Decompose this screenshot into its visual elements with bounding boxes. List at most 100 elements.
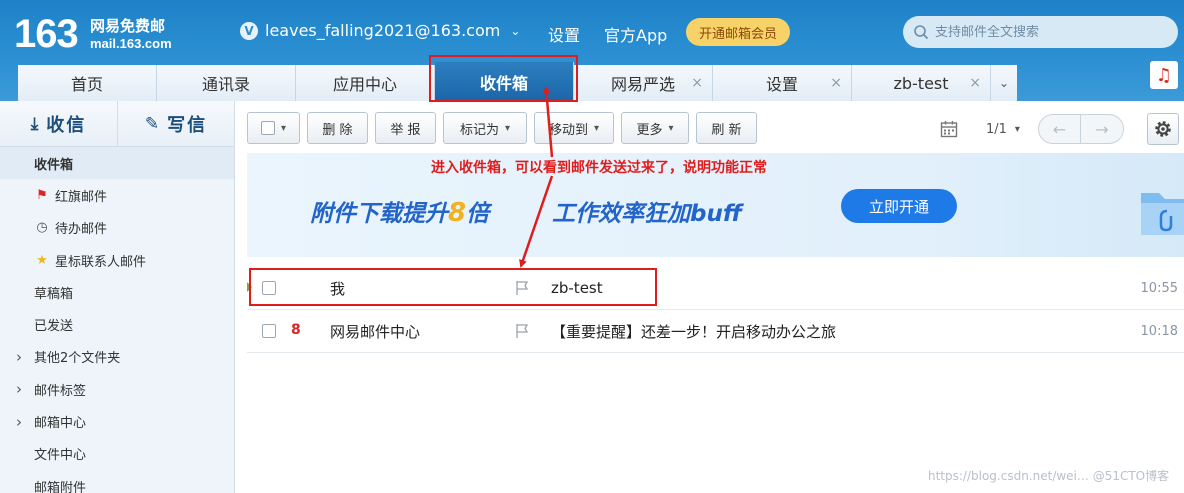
sidebar-folder-8[interactable]: › 邮箱中心	[0, 405, 234, 437]
chevron-right-icon[interactable]: ›	[16, 413, 22, 431]
sidebar-folder-label: 已发送	[34, 319, 74, 335]
report-button[interactable]: 举 报	[375, 112, 436, 144]
pencil-icon: ✎	[144, 114, 162, 134]
close-icon[interactable]: ×	[691, 75, 703, 91]
select-all-dropdown[interactable]: ▾	[247, 112, 300, 144]
calendar-icon[interactable]	[940, 120, 958, 138]
compose-button[interactable]: ✎ 写信	[117, 101, 234, 147]
mark-as-label: 标记为	[459, 122, 499, 138]
logo-number: 163	[14, 12, 79, 56]
receive-button[interactable]: ⤓ 收信	[0, 101, 117, 147]
tab-0[interactable]: 首页	[18, 65, 157, 101]
sidebar-actions: ⤓ 收信 ✎ 写信	[0, 101, 234, 147]
sidebar-folder-label: 邮箱中心	[34, 416, 87, 432]
tab-label: 网易严选	[610, 75, 675, 94]
sidebar-folder-label: 红旗邮件	[55, 189, 108, 205]
logo-domain: mail.163.com	[90, 36, 172, 51]
sidebar-folder-0[interactable]: 收件箱	[0, 147, 234, 180]
mail-toolbar: ▾ 删 除 举 报 标记为 ▾ 移动到 ▾ 更多 ▾ 刷 新	[247, 112, 764, 144]
account-switcher[interactable]: V leaves_falling2021@163.com ⌄	[240, 21, 520, 40]
sidebar-folder-3[interactable]: ★ 星标联系人邮件	[0, 244, 234, 276]
sidebar-folder-10[interactable]: 邮箱附件	[0, 470, 234, 493]
prev-page-icon[interactable]: ←	[1037, 114, 1081, 144]
search-input[interactable]	[935, 24, 1155, 40]
sidebar-folder-2[interactable]: ◷ 待办邮件	[0, 212, 234, 244]
music-icon[interactable]: ♫	[1150, 61, 1178, 89]
sidebar-folder-label: 其他2个文件夹	[34, 351, 121, 367]
banner-open-button[interactable]: 立即开通	[841, 189, 957, 223]
settings-link[interactable]: 设置	[548, 22, 580, 46]
banner-text-part2: 倍	[466, 201, 490, 227]
tab-label: 应用中心	[332, 75, 397, 94]
tab-4[interactable]: 网易严选 ×	[574, 65, 713, 101]
mark-as-button[interactable]: 标记为 ▾	[443, 112, 527, 144]
highlight-box-mail-row	[249, 268, 657, 306]
chevron-down-icon: ▾	[280, 122, 287, 134]
chevron-down-icon[interactable]: ▾	[1015, 124, 1020, 135]
mail-time: 10:18	[1140, 323, 1178, 339]
page-indicator[interactable]: 1/1	[986, 122, 1007, 137]
app-link[interactable]: 官方App	[604, 22, 667, 46]
chevron-down-icon: ▾	[668, 122, 674, 134]
folder-icon	[1141, 193, 1184, 235]
clock-icon: ◷	[36, 220, 48, 236]
banner-text-left: 附件下载提升8倍	[310, 194, 489, 228]
vip-button[interactable]: 开通邮箱会员	[686, 18, 790, 46]
search-box[interactable]	[903, 16, 1178, 48]
sidebar-folder-6[interactable]: › 其他2个文件夹	[0, 341, 234, 373]
sidebar-folder-4[interactable]: 草稿箱	[0, 276, 234, 308]
mail-time: 10:55	[1140, 280, 1178, 296]
sidebar-folder-label: 邮箱附件	[34, 480, 87, 493]
download-icon: ⤓	[30, 114, 41, 134]
annotation-text: 进入收件箱，可以看到邮件发送过来了，说明功能正常	[431, 160, 767, 176]
sidebar-folder-label: 星标联系人邮件	[55, 254, 147, 270]
sidebar-folder-5[interactable]: 已发送	[0, 308, 234, 340]
gear-icon[interactable]	[1147, 113, 1179, 145]
delete-button[interactable]: 删 除	[307, 112, 368, 144]
star-icon: ★	[36, 252, 48, 268]
page-nav: ← →	[1037, 114, 1124, 144]
move-to-button[interactable]: 移动到 ▾	[534, 112, 614, 144]
mail-sender: 网易邮件中心	[330, 322, 421, 341]
tab-1[interactable]: 通讯录	[157, 65, 296, 101]
sidebar-folder-7[interactable]: › 邮件标签	[0, 373, 234, 405]
banner-text-right: 工作效率狂加buff	[552, 201, 742, 227]
receive-label: 收信	[46, 115, 87, 136]
sidebar: ⤓ 收信 ✎ 写信 收件箱 ⚑ 红旗邮件 ◷ 待办邮件 ★ 星标联系人邮件草稿箱已发送 › 其他…	[0, 101, 235, 493]
chevron-right-icon[interactable]: ›	[16, 348, 22, 366]
tab-label: zb-test	[893, 73, 949, 93]
chevron-down-icon: ▾	[504, 122, 511, 134]
sidebar-folder-label: 待办邮件	[55, 222, 108, 238]
tab-6[interactable]: zb-test ×	[852, 65, 991, 101]
sidebar-folder-1[interactable]: ⚑ 红旗邮件	[0, 179, 234, 211]
pager: 1/1 ▾ ← →	[940, 113, 1124, 145]
chevron-right-icon[interactable]: ›	[16, 380, 22, 398]
account-email: leaves_falling2021@163.com	[265, 21, 501, 40]
tab-label: 通讯录	[201, 75, 250, 94]
sidebar-folder-label: 文件中心	[34, 448, 87, 464]
chevron-down-icon: ▾	[593, 122, 600, 134]
mail-row[interactable]: 8 网易邮件中心 【重要提醒】还差一步！开启移动办公之旅 10:18	[247, 310, 1184, 353]
gear-glyph	[1155, 121, 1171, 137]
tab-2[interactable]: 应用中心	[296, 65, 435, 101]
more-button[interactable]: 更多 ▾	[621, 112, 689, 144]
tab-5[interactable]: 设置 ×	[713, 65, 852, 101]
sidebar-folder-9[interactable]: 文件中心	[0, 438, 234, 470]
select-all-checkbox[interactable]	[260, 121, 275, 135]
mail-checkbox[interactable]	[262, 324, 276, 338]
close-icon[interactable]: ×	[969, 75, 981, 91]
next-page-icon[interactable]: →	[1080, 114, 1124, 144]
tab-overflow-chevron-icon[interactable]: ⌄	[991, 65, 1017, 101]
banner-number: 8	[448, 198, 467, 228]
flag-icon[interactable]	[515, 323, 529, 339]
highlight-box-inbox-tab	[429, 55, 578, 102]
watermark: https://blog.csdn.net/wei… @51CTO博客	[928, 469, 1170, 483]
chevron-down-icon: ⌄	[510, 23, 521, 38]
folder-list: 收件箱 ⚑ 红旗邮件 ◷ 待办邮件 ★ 星标联系人邮件草稿箱已发送 › 其他2个文件夹 › 邮件标签…	[0, 147, 234, 493]
mail-subject: 【重要提醒】还差一步！开启移动办公之旅	[551, 322, 837, 341]
close-icon[interactable]: ×	[830, 75, 842, 91]
search-icon	[914, 25, 929, 40]
refresh-button[interactable]: 刷 新	[696, 112, 757, 144]
tab-label: 首页	[70, 75, 103, 94]
logo[interactable]: 163 网易免费邮 mail.163.com	[14, 12, 172, 56]
